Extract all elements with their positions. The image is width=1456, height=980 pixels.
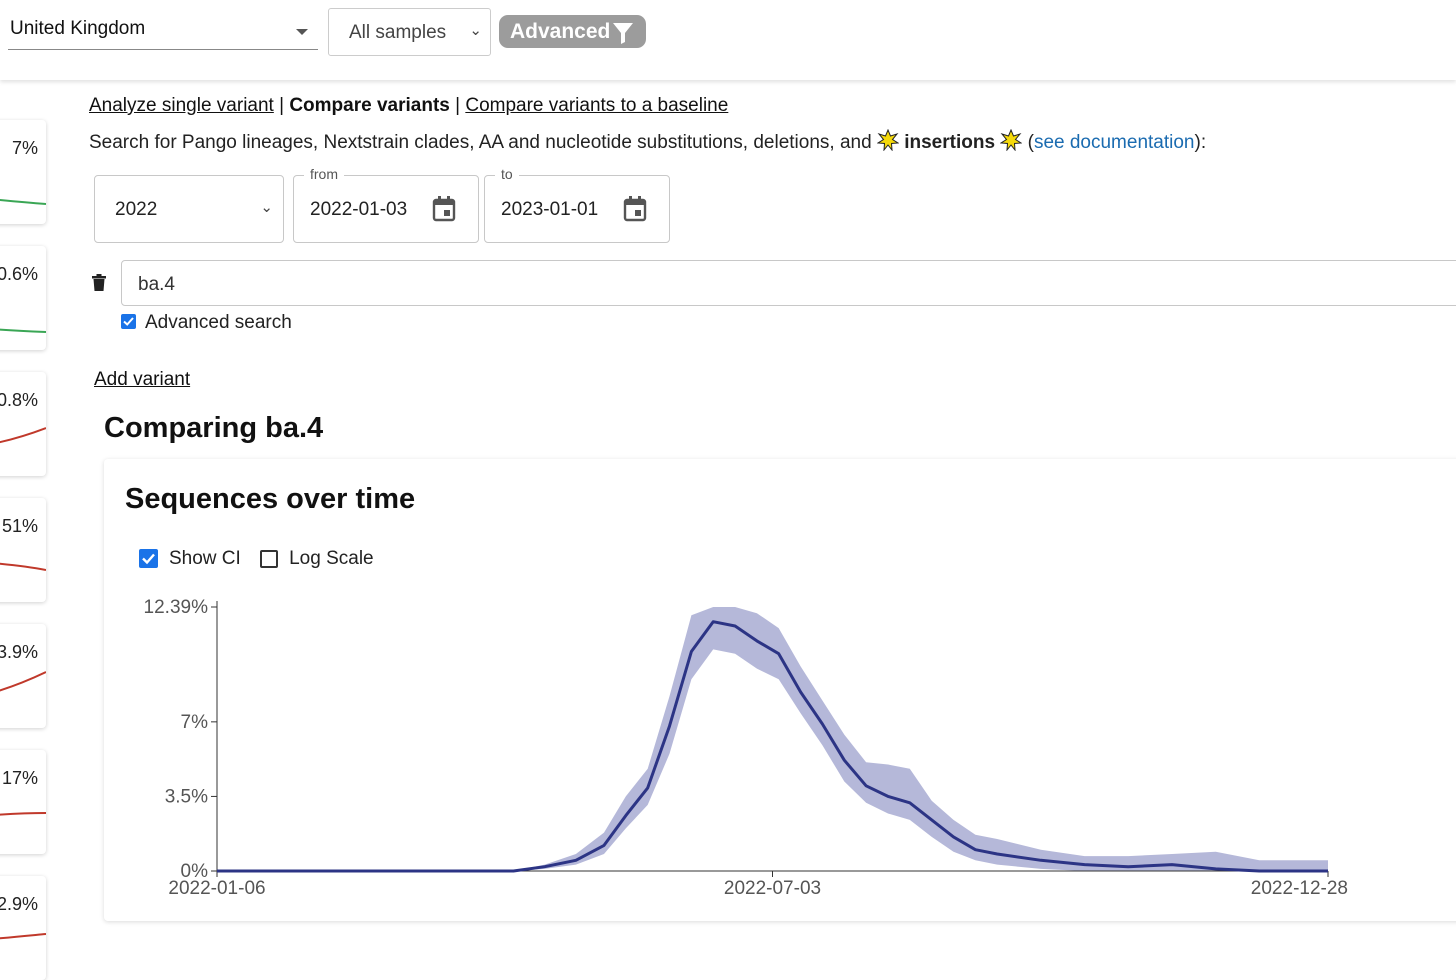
sparkline <box>0 198 46 205</box>
sparkline <box>0 812 46 816</box>
side-stat-card[interactable]: 51% <box>0 498 46 602</box>
from-date-value: 2022-01-03 <box>310 199 408 220</box>
side-stat-card[interactable]: 0.6% <box>0 246 46 350</box>
ci-band <box>217 607 1328 871</box>
compare-baseline-link[interactable]: Compare variants to a baseline <box>465 95 728 116</box>
side-stat-card[interactable]: 0.8% <box>0 372 46 476</box>
filter-funnel-icon <box>613 23 633 44</box>
chevron-down-icon: ⌄ <box>469 22 482 39</box>
sparkline <box>0 933 46 940</box>
to-date-value: 2023-01-01 <box>501 199 599 220</box>
x-tick-label: 2022-12-28 <box>1251 878 1348 899</box>
analysis-mode-nav: Analyze single variant | Compare variant… <box>89 95 728 117</box>
calendar-icon[interactable] <box>432 196 456 222</box>
x-tick-label: 2022-01-06 <box>168 878 265 899</box>
sparkline <box>0 427 46 444</box>
samples-select-value: All samples <box>349 22 447 43</box>
to-label: to <box>495 166 519 182</box>
advanced-search-label: Advanced search <box>145 312 292 333</box>
side-stat-card[interactable]: 3.9% <box>0 624 46 728</box>
side-stat-value: 17% <box>1 768 38 788</box>
chevron-down-icon: ⌄ <box>260 199 273 216</box>
search-help-text: Search for Pango lineages, Nextstrain cl… <box>89 129 1206 154</box>
add-variant-link[interactable]: Add variant <box>94 369 190 391</box>
advanced-filter-button[interactable]: Advanced <box>499 15 646 48</box>
variant-query-value: ba.4 <box>138 274 175 295</box>
side-stat-card[interactable]: 7% <box>0 120 46 224</box>
side-stat-value: 2.9% <box>0 894 38 914</box>
sequences-chart: 0%3.5%7%12.39%2022-01-06 2022-07-03 2022-1… <box>144 597 1348 899</box>
country-select[interactable]: United Kingdom <box>8 12 318 50</box>
caret-down-icon <box>296 29 308 35</box>
sparkline <box>0 328 46 333</box>
compare-variants-current: Compare variants <box>289 95 450 116</box>
side-stat-value: 51% <box>1 516 38 536</box>
analyze-single-variant-link[interactable]: Analyze single variant <box>89 95 274 116</box>
year-select[interactable]: 2022 ⌄ <box>94 175 284 243</box>
advanced-search-toggle[interactable]: Advanced search <box>121 312 292 334</box>
side-stat-value: 7% <box>11 138 38 158</box>
calendar-icon[interactable] <box>623 196 647 222</box>
insertions-highlight: insertions <box>904 132 996 153</box>
side-stat-value: 0.6% <box>0 264 38 284</box>
side-stat-card[interactable]: 2.9% <box>0 876 46 980</box>
y-tick-label: 3.5% <box>165 786 208 807</box>
side-stat-card[interactable]: 17% <box>0 750 46 854</box>
trash-icon[interactable] <box>92 274 106 291</box>
variant-query-input[interactable]: ba.4 <box>121 260 1456 306</box>
y-tick-label: 7% <box>181 712 209 733</box>
help-suffix: ): <box>1194 132 1207 153</box>
see-documentation-link[interactable]: see documentation <box>1034 132 1195 153</box>
sparkle-icon <box>1000 129 1023 151</box>
samples-select[interactable]: All samples ⌄ <box>328 8 491 56</box>
search-help-prefix: Search for Pango lineages, Nextstrain cl… <box>89 132 872 153</box>
sparkle-icon <box>876 129 899 151</box>
top-bar: United Kingdom All samples ⌄ Advanced <box>0 0 1456 80</box>
x-tick-label: 2022-07-03 <box>724 878 821 899</box>
nav-separator: | <box>279 95 285 116</box>
advanced-search-checkbox[interactable] <box>121 314 136 329</box>
sparkline <box>0 562 46 571</box>
side-stat-value: 0.8% <box>0 390 38 410</box>
comparing-heading: Comparing ba.4 <box>104 412 324 444</box>
nav-separator: | <box>455 95 461 116</box>
country-select-value: United Kingdom <box>10 18 146 39</box>
y-tick-label: 12.39% <box>144 597 209 618</box>
side-stat-value: 3.9% <box>0 642 38 662</box>
sequences-over-time-card: Sequences over time Show CI Log Scale 0%… <box>104 459 1456 921</box>
year-select-value: 2022 <box>115 199 158 220</box>
sparkline <box>0 671 46 692</box>
from-label: from <box>304 166 344 182</box>
advanced-filter-label: Advanced <box>510 20 611 43</box>
from-date-field[interactable]: from 2022-01-03 <box>293 166 479 243</box>
to-date-field[interactable]: to 2023-01-01 <box>484 166 670 243</box>
